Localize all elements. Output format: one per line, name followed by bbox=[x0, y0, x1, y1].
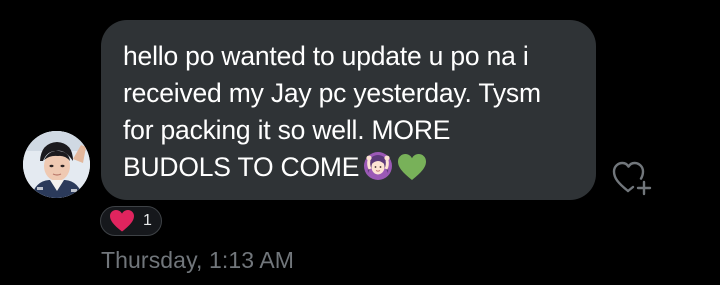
message-line: hello po wanted to update u po na i bbox=[123, 41, 529, 71]
red-heart-emoji bbox=[110, 210, 134, 232]
message-line: for packing it so well. MORE bbox=[123, 115, 451, 145]
heart-plus-icon bbox=[612, 161, 652, 196]
add-reaction-button[interactable] bbox=[611, 158, 655, 198]
message-line: BUDOLS TO COME bbox=[123, 152, 360, 182]
message-timestamp: Thursday, 1:13 AM bbox=[101, 247, 295, 273]
message-line: received my Jay pc yesterday. Tysm bbox=[123, 78, 541, 108]
avatar-image bbox=[23, 131, 90, 198]
avatar[interactable] bbox=[23, 131, 90, 198]
dm-conversation: hello po wanted to update u po na i rece… bbox=[0, 0, 720, 285]
message-bubble[interactable]: hello po wanted to update u po na i rece… bbox=[101, 20, 596, 200]
woman-gesturing-ok-emoji bbox=[363, 151, 393, 191]
green-heart-emoji bbox=[397, 153, 427, 191]
reaction-count: 1 bbox=[143, 212, 152, 229]
reaction-pill[interactable]: 1 bbox=[100, 206, 162, 236]
message-text: hello po wanted to update u po na i rece… bbox=[123, 38, 574, 191]
